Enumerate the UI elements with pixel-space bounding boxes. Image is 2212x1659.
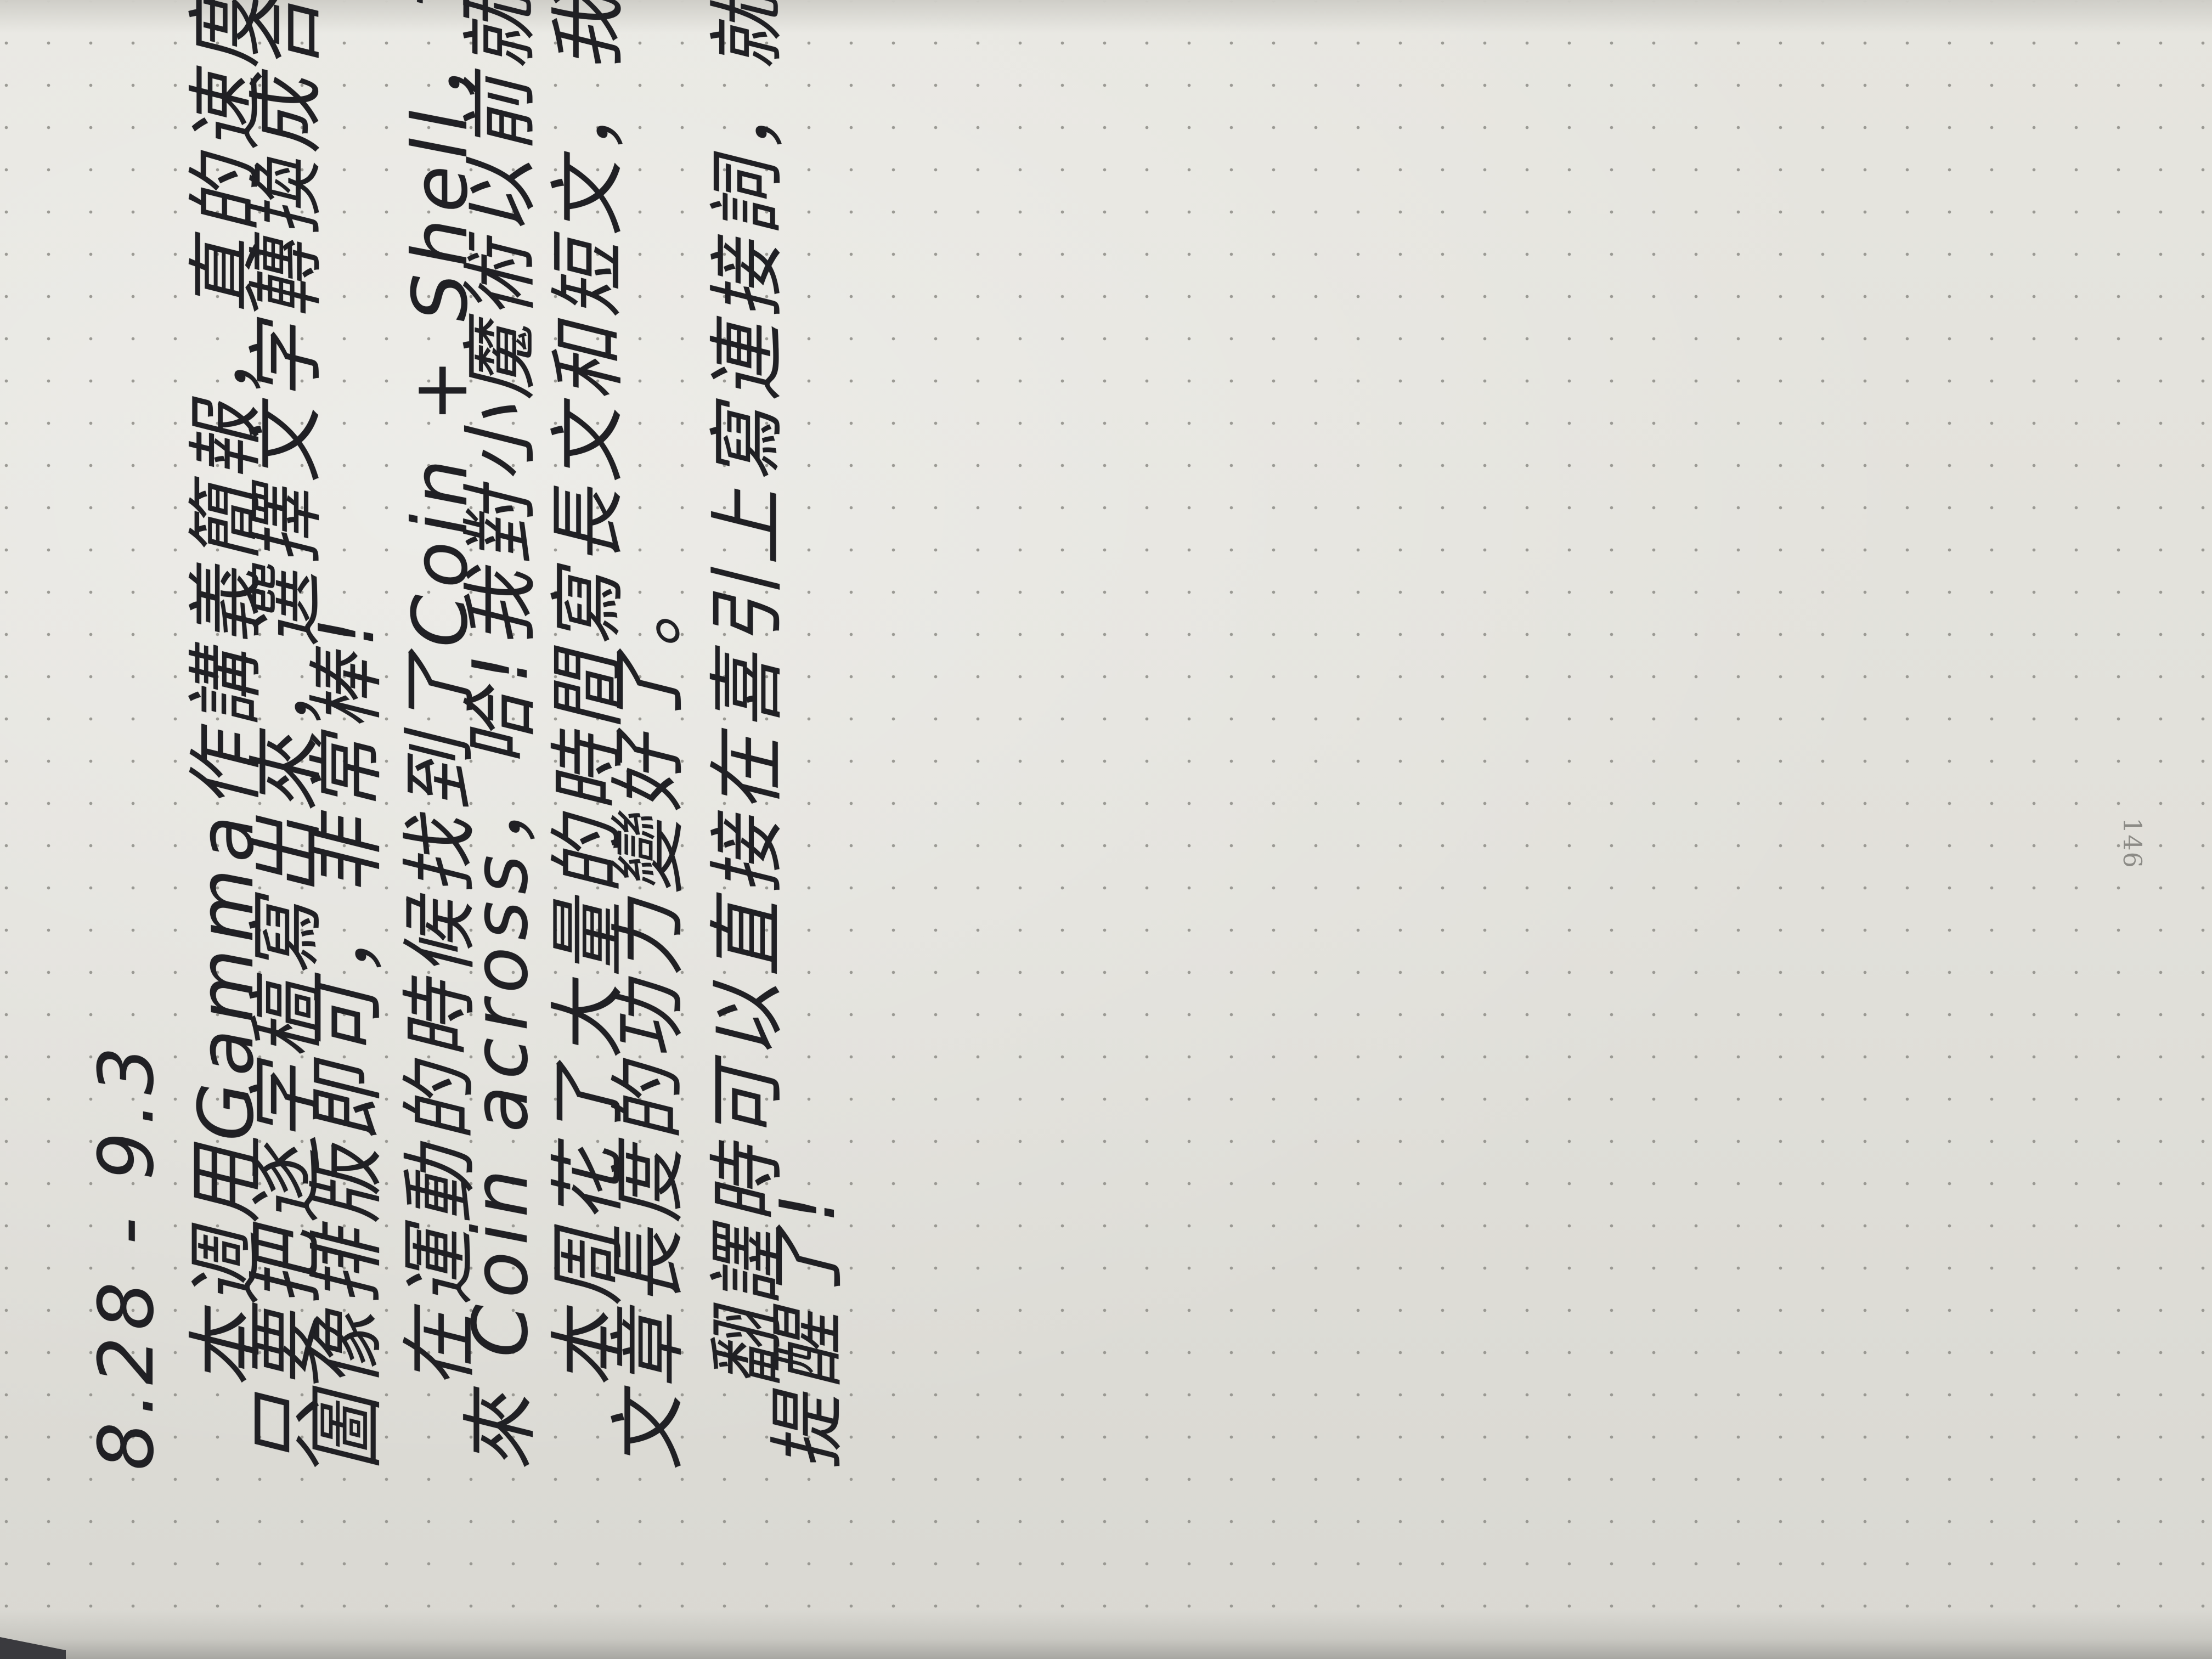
entry-date-range: 8.28 - 9.3 xyxy=(82,1040,171,1470)
notebook-page: 146 8.28 - 9.3 本週用Gamma作講義簡報，真的速度上快很多! 只… xyxy=(0,0,2212,1659)
paragraph-4-line-1: 翻譯時可以直接在喜引上寫連接詞，就夠幫手 xyxy=(703,0,792,1388)
handwritten-journal-entry: 8.28 - 9.3 本週用Gamma作講義簡報，真的速度上快很多! 只要把逐字… xyxy=(82,0,852,1470)
page-number: 146 xyxy=(2117,817,2147,869)
paragraph-4-line-2: 提醒了! xyxy=(764,1186,852,1470)
photo-scene: 146 8.28 - 9.3 本週用Gamma作講義簡報，真的速度上快很多! 只… xyxy=(0,0,2212,1659)
paragraph-3-line-2: 文章長度的功力變好了。 xyxy=(605,565,693,1470)
page-stack-edge xyxy=(0,1610,2212,1659)
